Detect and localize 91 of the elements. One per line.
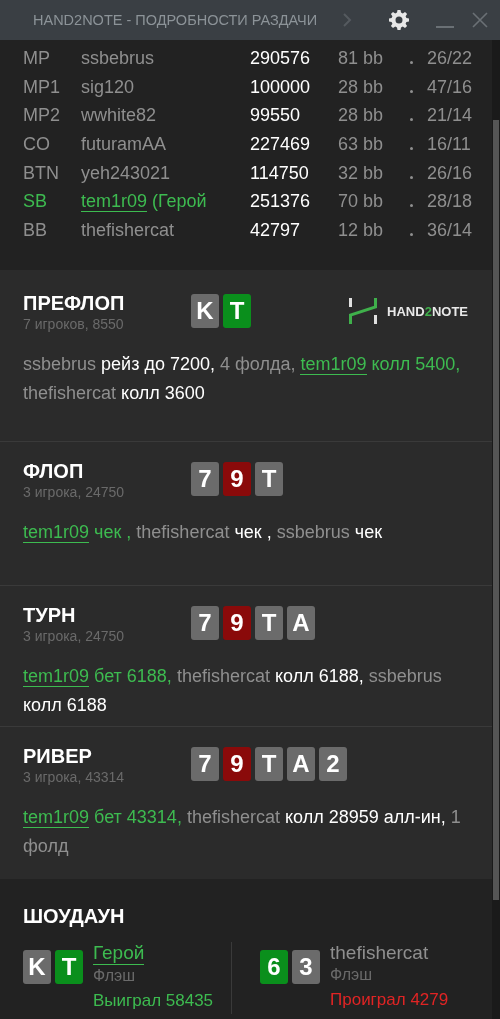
street-title: ПРЕФЛОП [23, 292, 126, 315]
window-title: HAND2NOTE - ПОДРОБНОСТИ РАЗДАЧИ [33, 12, 318, 28]
player-name: thefishercat [81, 220, 176, 242]
action-line: tem1r09 бет 43314, thefishercat колл 28959 алл-ин, 1 фолд [23, 806, 462, 858]
street-subtitle: 3 игрока, 24750 [23, 484, 126, 500]
playing-card: 9 [223, 462, 251, 496]
street-subtitle: 3 игрока, 43314 [23, 769, 126, 785]
stack-bb: 81 bb [338, 48, 385, 69]
playing-card: T [223, 294, 251, 328]
stack-bb: 12 bb [338, 220, 385, 242]
player-stats: 16/11 [427, 134, 471, 156]
hand-rank: Флэш [93, 967, 135, 985]
stack-value: 100000 [250, 76, 312, 98]
minimize-icon[interactable] [436, 26, 454, 29]
position-label: CO [23, 134, 51, 156]
scrollbar[interactable] [492, 40, 500, 1019]
settings-icon[interactable] [389, 10, 409, 30]
playing-card: 9 [223, 606, 251, 640]
position-label: BTN [23, 162, 60, 184]
action-line: tem1r09 чек , thefishercat чек , ssbebrus чек [23, 521, 384, 545]
player-name: futuramAA [81, 134, 168, 156]
playing-card: 6 [260, 950, 288, 984]
playing-card: 7 [191, 606, 219, 640]
street-title: ТУРН [23, 604, 77, 627]
playing-card: A [287, 606, 315, 640]
separator-dot-icon [410, 118, 413, 122]
stack-value: 99550 [250, 105, 302, 127]
stack-value: 114750 [250, 162, 310, 184]
separator-dot-icon [410, 60, 413, 64]
stack-value: 290576 [250, 48, 312, 69]
street-subtitle: 7 игроков, 8550 [23, 316, 125, 332]
player-link[interactable]: tem1r09 [23, 522, 90, 543]
player-link[interactable]: tem1r09 [300, 354, 367, 375]
separator-dot-icon [410, 146, 413, 150]
playing-card: 7 [191, 747, 219, 781]
playing-card: 9 [223, 747, 251, 781]
stack-bb: 28 bb [338, 76, 385, 98]
playing-card: 7 [191, 462, 219, 496]
position-label: SB [23, 191, 48, 213]
playing-card: 3 [292, 950, 320, 984]
playing-card: T [255, 747, 283, 781]
stack-bb: 28 bb [338, 105, 385, 127]
player-link[interactable]: Герой [93, 942, 145, 965]
position-label: BB [23, 220, 48, 242]
street-subtitle: 3 игрока, 24750 [23, 628, 126, 644]
player-stats: 26/22 [427, 48, 473, 69]
logo-text: HAND2NOTE [387, 303, 468, 319]
stack-value: 227469 [250, 134, 312, 156]
street-title: ФЛОП [23, 460, 85, 483]
player-stats: 28/18 [427, 191, 473, 213]
street-title: РИВЕР [23, 745, 93, 768]
result-text: Выиграл 58435 [93, 991, 214, 1011]
player-name: tem1r09 (Герой [81, 191, 208, 213]
stack-bb: 32 bb [338, 162, 385, 184]
separator-dot-icon [410, 89, 413, 93]
separator-dot-icon [410, 232, 413, 236]
position-label: MP [23, 48, 51, 69]
chevron-icon[interactable] [342, 12, 352, 28]
player-name: ssbebrus [81, 48, 156, 69]
stack-bb: 63 bb [338, 134, 385, 156]
playing-card: K [191, 294, 219, 328]
playing-card: A [287, 747, 315, 781]
player-link[interactable]: tem1r09 [23, 807, 90, 828]
showdown-title: ШОУДАУН [23, 905, 125, 927]
player-stats: 26/16 [427, 162, 473, 184]
player-link[interactable]: tem1r09 [23, 666, 90, 687]
stack-value: 42797 [250, 220, 302, 242]
player-name: sig120 [81, 76, 136, 98]
action-line: ssbebrus рейз до 7200, 4 фолда, tem1r09 колл 5400, thefishercat колл 3600 [23, 353, 462, 405]
result-text: Проиграл 4279 [330, 990, 449, 1010]
player-name: thefishercat [330, 942, 429, 964]
logo-icon [348, 298, 379, 324]
separator-dot-icon [410, 204, 413, 208]
hand-rank: Флэш [330, 966, 372, 984]
position-label: MP2 [23, 105, 61, 127]
playing-card: T [255, 462, 283, 496]
position-label: MP1 [23, 76, 61, 98]
playing-card: 2 [319, 747, 347, 781]
action-line: tem1r09 бет 6188, thefishercat колл 6188, ssbebrus колл 6188 [23, 665, 443, 717]
player-name: yeh243021 [81, 162, 172, 184]
player-stats: 47/16 [427, 76, 473, 98]
player-name: wwhite82 [81, 105, 158, 127]
stack-bb: 70 bb [338, 191, 385, 213]
playing-card: T [255, 606, 283, 640]
player-stats: 21/14 [427, 105, 473, 127]
close-icon[interactable] [472, 12, 488, 28]
separator-dot-icon [410, 175, 413, 179]
playing-card: K [23, 950, 51, 984]
playing-card: T [55, 950, 83, 984]
stack-value: 251376 [250, 191, 312, 213]
player-stats: 36/14 [427, 220, 473, 242]
